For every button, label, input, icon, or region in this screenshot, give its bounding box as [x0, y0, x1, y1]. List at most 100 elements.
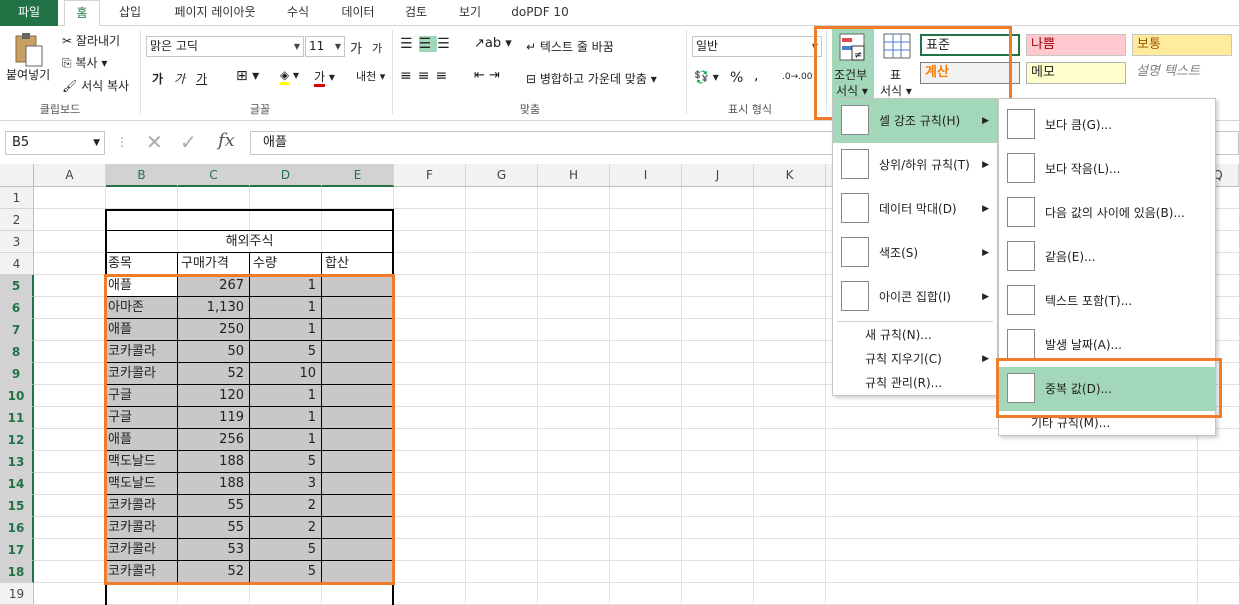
- menu-item-top-bottom-rules[interactable]: 상위/하위 규칙(T) ▶: [833, 143, 997, 187]
- menu-item-less-than[interactable]: 보다 작음(L)...: [999, 147, 1215, 191]
- column-header[interactable]: K: [754, 164, 826, 187]
- gridline: [465, 187, 466, 603]
- menu-item-text-contains[interactable]: 텍스트 포함(T)...: [999, 279, 1215, 323]
- style-bad[interactable]: 나쁨: [1026, 34, 1126, 56]
- column-header[interactable]: I: [610, 164, 682, 187]
- row-header[interactable]: 2: [0, 209, 34, 231]
- fill-color-button[interactable]: ◈ ▾: [280, 68, 299, 85]
- vertical-align-buttons[interactable]: ☰☰☰: [400, 36, 456, 52]
- menu-item-icon-sets[interactable]: 아이콘 집합(I) ▶: [833, 275, 997, 319]
- table-header-cell[interactable]: 구매가격: [178, 253, 250, 275]
- tab-page-layout[interactable]: 페이지 레이아웃: [160, 0, 270, 26]
- tab-view[interactable]: 보기: [450, 0, 490, 26]
- row-header[interactable]: 14: [0, 473, 34, 495]
- column-header[interactable]: H: [538, 164, 610, 187]
- row-header[interactable]: 16: [0, 517, 34, 539]
- tab-home[interactable]: 홈: [64, 0, 100, 27]
- menu-item-new-rule[interactable]: 새 규칙(N)...: [833, 323, 997, 347]
- merge-center-button[interactable]: ⊟ 병합하고 가운데 맞춤 ▾: [526, 70, 657, 87]
- number-format-combo[interactable]: 일반 ▼: [692, 36, 822, 57]
- comma-button[interactable]: ,: [754, 68, 758, 84]
- italic-button[interactable]: 가: [174, 70, 185, 87]
- row-header[interactable]: 5: [0, 275, 34, 297]
- enter-icon[interactable]: ✓: [180, 130, 197, 154]
- menu-divider: [837, 321, 993, 322]
- style-note[interactable]: 메모: [1026, 62, 1126, 84]
- style-neutral[interactable]: 보통: [1132, 34, 1232, 56]
- font-name-combo[interactable]: 맑은 고딕 ▼: [146, 36, 304, 57]
- menu-item-equal-to[interactable]: 같음(E)...: [999, 235, 1215, 279]
- name-box[interactable]: B5 ▼: [5, 131, 105, 155]
- bold-button[interactable]: 가: [152, 70, 163, 87]
- column-header[interactable]: A: [34, 164, 106, 187]
- currency-button[interactable]: 💱 ▾: [694, 70, 719, 84]
- shrink-font-button[interactable]: 가: [372, 40, 382, 56]
- menu-item-greater-than[interactable]: 보다 큼(G)...: [999, 103, 1215, 147]
- row-header[interactable]: 8: [0, 341, 34, 363]
- tab-data[interactable]: 데이터: [330, 0, 386, 26]
- row-header[interactable]: 3: [0, 231, 34, 253]
- row-header[interactable]: 10: [0, 385, 34, 407]
- column-header[interactable]: B: [106, 164, 178, 187]
- tab-insert[interactable]: 삽입: [106, 0, 154, 26]
- row-header[interactable]: 1: [0, 187, 34, 209]
- table-header-cell[interactable]: 종목: [105, 253, 178, 275]
- row-header[interactable]: 17: [0, 539, 34, 561]
- tab-review[interactable]: 검토: [394, 0, 438, 26]
- increase-indent-icon: ⇥: [489, 68, 500, 83]
- grow-font-button[interactable]: 가: [350, 38, 362, 57]
- select-all-corner[interactable]: [0, 164, 34, 187]
- horizontal-align-buttons[interactable]: ≡≡≡: [400, 68, 453, 84]
- cut-button[interactable]: ✂ 잘라내기: [62, 32, 120, 49]
- tab-formulas[interactable]: 수식: [276, 0, 320, 26]
- copy-button[interactable]: ⎘ 복사 ▾: [62, 54, 107, 71]
- underline-button[interactable]: 가: [196, 70, 207, 87]
- menu-item-clear-rules[interactable]: 규칙 지우기(C) ▶: [833, 347, 997, 371]
- indent-buttons[interactable]: ⇤ ⇥: [474, 68, 500, 83]
- orientation-button[interactable]: ↗ab ▾: [474, 36, 512, 51]
- row-header[interactable]: 4: [0, 253, 34, 275]
- paste-button[interactable]: [10, 32, 50, 70]
- column-header[interactable]: D: [250, 164, 322, 187]
- phonetic-button[interactable]: 내천 ▾: [356, 68, 385, 84]
- menu-item-manage-rules[interactable]: 규칙 관리(R)...: [833, 371, 997, 395]
- top-bottom-icon: [841, 149, 869, 179]
- menu-item-color-scales[interactable]: 색조(S) ▶: [833, 231, 997, 275]
- row-header[interactable]: 18: [0, 561, 34, 583]
- table-header-cell[interactable]: 수량: [250, 253, 322, 275]
- row-header[interactable]: 7: [0, 319, 34, 341]
- column-header[interactable]: J: [682, 164, 754, 187]
- decimal-buttons[interactable]: .0→.00: [782, 72, 812, 82]
- format-painter-button[interactable]: 🖌 서식 복사: [62, 77, 129, 94]
- font-color-button[interactable]: 가 ▾: [314, 68, 335, 87]
- menu-item-data-bars[interactable]: 데이터 막대(D) ▶: [833, 187, 997, 231]
- row-header[interactable]: 12: [0, 429, 34, 451]
- row-header[interactable]: 6: [0, 297, 34, 319]
- font-size-combo[interactable]: 11 ▼: [305, 36, 345, 57]
- border-button[interactable]: ⊞ ▾: [236, 68, 259, 84]
- column-header[interactable]: G: [466, 164, 538, 187]
- column-header[interactable]: C: [178, 164, 250, 187]
- percent-button[interactable]: %: [730, 70, 743, 86]
- style-explanatory[interactable]: 설명 텍스트: [1132, 62, 1232, 84]
- alignment-group-label: 맞춤: [519, 103, 541, 116]
- tab-dopdf[interactable]: doPDF 10: [502, 0, 578, 26]
- menu-item-between[interactable]: 다음 값의 사이에 있음(B)...: [999, 191, 1215, 235]
- column-header[interactable]: F: [394, 164, 466, 187]
- table-title-cell[interactable]: 해외주식: [105, 231, 394, 253]
- gridline: [825, 187, 826, 603]
- column-header[interactable]: E: [322, 164, 394, 187]
- row-header[interactable]: 11: [0, 407, 34, 429]
- tab-file[interactable]: 파일: [0, 0, 58, 26]
- insert-function-button[interactable]: fx: [218, 130, 235, 151]
- merged-blank-cell[interactable]: [105, 209, 394, 231]
- row-header[interactable]: 19: [0, 583, 34, 605]
- cancel-icon[interactable]: ✕: [146, 130, 163, 154]
- between-icon: [1007, 197, 1035, 227]
- row-header[interactable]: 9: [0, 363, 34, 385]
- row-header[interactable]: 13: [0, 451, 34, 473]
- row-header[interactable]: 15: [0, 495, 34, 517]
- table-header-cell[interactable]: 합산: [322, 253, 394, 275]
- menu-item-highlight-cell-rules[interactable]: 셀 강조 규칙(H) ▶: [833, 99, 997, 143]
- wrap-text-button[interactable]: ↵ 텍스트 줄 바꿈: [526, 38, 614, 55]
